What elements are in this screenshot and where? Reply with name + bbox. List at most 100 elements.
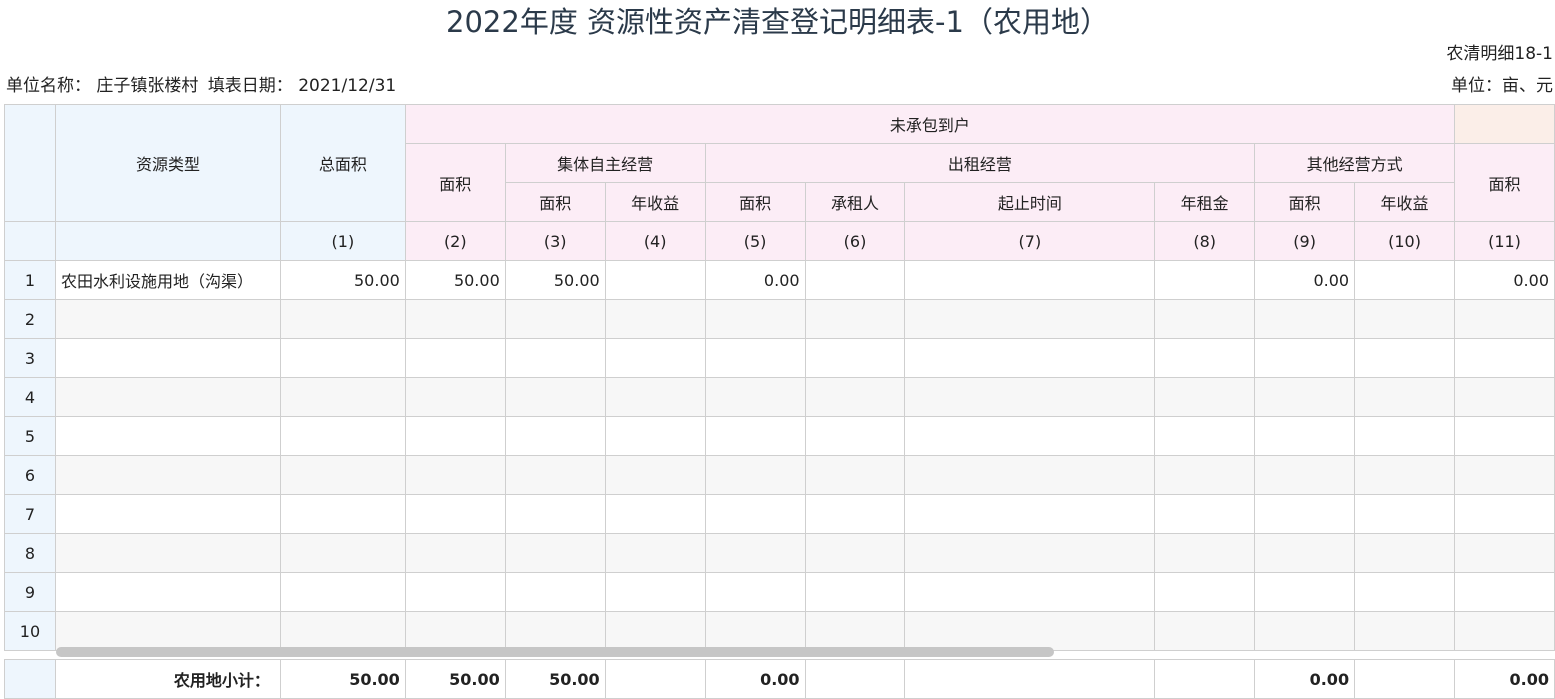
cell-c8[interactable] — [1154, 416, 1256, 456]
cell-c4[interactable] — [604, 455, 706, 495]
cell-c10[interactable] — [1354, 455, 1456, 495]
cell-c3[interactable] — [504, 611, 606, 651]
cell-c3[interactable] — [504, 416, 606, 456]
cell-c5[interactable] — [704, 611, 806, 651]
cell-c8[interactable] — [1154, 611, 1256, 651]
cell-c8[interactable] — [1154, 377, 1256, 417]
cell-c2[interactable]: 50.00 — [404, 260, 506, 300]
resource-type-cell[interactable]: 农田水利设施用地（沟渠） — [54, 260, 281, 300]
cell-c4[interactable] — [604, 377, 706, 417]
resource-type-cell[interactable] — [54, 377, 281, 417]
cell-c6[interactable] — [804, 338, 906, 378]
cell-c5[interactable] — [704, 533, 806, 573]
cell-c11[interactable] — [1454, 533, 1555, 573]
cell-c8[interactable] — [1154, 260, 1256, 300]
cell-c4[interactable] — [604, 494, 706, 534]
cell-c5[interactable] — [704, 455, 806, 495]
cell-c11[interactable] — [1454, 377, 1555, 417]
cell-c2[interactable] — [404, 572, 506, 612]
cell-c8[interactable] — [1154, 338, 1256, 378]
cell-c8[interactable] — [1154, 572, 1256, 612]
cell-c10[interactable] — [1354, 260, 1456, 300]
cell-c2[interactable] — [404, 338, 506, 378]
cell-c1[interactable] — [279, 572, 406, 612]
cell-c6[interactable] — [804, 299, 906, 339]
cell-c6[interactable] — [804, 416, 906, 456]
cell-c8[interactable] — [1154, 494, 1256, 534]
cell-c10[interactable] — [1354, 494, 1456, 534]
cell-c6[interactable] — [804, 260, 906, 300]
cell-c2[interactable] — [404, 533, 506, 573]
cell-c2[interactable] — [404, 299, 506, 339]
cell-c3[interactable] — [504, 533, 606, 573]
cell-c1[interactable] — [279, 494, 406, 534]
cell-c9[interactable] — [1254, 611, 1356, 651]
cell-c7[interactable] — [904, 338, 1156, 378]
cell-c3[interactable] — [504, 572, 606, 612]
cell-c10[interactable] — [1354, 338, 1456, 378]
cell-c3[interactable]: 50.00 — [504, 260, 606, 300]
cell-c7[interactable] — [904, 377, 1156, 417]
cell-c7[interactable] — [904, 494, 1156, 534]
cell-c10[interactable] — [1354, 299, 1456, 339]
cell-c7[interactable] — [904, 416, 1156, 456]
resource-type-cell[interactable] — [54, 572, 281, 612]
cell-c10[interactable] — [1354, 572, 1456, 612]
cell-c7[interactable] — [904, 611, 1156, 651]
cell-c2[interactable] — [404, 611, 506, 651]
cell-c5[interactable] — [704, 299, 806, 339]
cell-c9[interactable] — [1254, 455, 1356, 495]
cell-c6[interactable] — [804, 572, 906, 612]
cell-c1[interactable] — [279, 455, 406, 495]
cell-c2[interactable] — [404, 494, 506, 534]
resource-type-cell[interactable] — [54, 533, 281, 573]
cell-c7[interactable] — [904, 533, 1156, 573]
cell-c9[interactable] — [1254, 494, 1356, 534]
cell-c6[interactable] — [804, 533, 906, 573]
cell-c4[interactable] — [604, 416, 706, 456]
cell-c3[interactable] — [504, 377, 606, 417]
cell-c3[interactable] — [504, 494, 606, 534]
cell-c11[interactable] — [1454, 611, 1555, 651]
cell-c9[interactable]: 0.00 — [1254, 260, 1356, 300]
cell-c9[interactable] — [1254, 338, 1356, 378]
cell-c6[interactable] — [804, 455, 906, 495]
cell-c7[interactable] — [904, 455, 1156, 495]
cell-c10[interactable] — [1354, 416, 1456, 456]
cell-c4[interactable] — [604, 611, 706, 651]
cell-c6[interactable] — [804, 494, 906, 534]
cell-c10[interactable] — [1354, 377, 1456, 417]
resource-type-cell[interactable] — [54, 338, 281, 378]
cell-c5[interactable] — [704, 338, 806, 378]
cell-c3[interactable] — [504, 299, 606, 339]
cell-c3[interactable] — [504, 338, 606, 378]
cell-c8[interactable] — [1154, 299, 1256, 339]
cell-c3[interactable] — [504, 455, 606, 495]
cell-c5[interactable] — [704, 416, 806, 456]
cell-c11[interactable]: 0.00 — [1454, 260, 1555, 300]
cell-c5[interactable] — [704, 572, 806, 612]
cell-c6[interactable] — [804, 611, 906, 651]
cell-c7[interactable] — [904, 260, 1156, 300]
cell-c11[interactable] — [1454, 299, 1555, 339]
cell-c5[interactable]: 0.00 — [704, 260, 806, 300]
cell-c7[interactable] — [904, 299, 1156, 339]
cell-c11[interactable] — [1454, 494, 1555, 534]
cell-c2[interactable] — [404, 455, 506, 495]
cell-c4[interactable] — [604, 299, 706, 339]
cell-c1[interactable] — [279, 416, 406, 456]
cell-c11[interactable] — [1454, 338, 1555, 378]
cell-c4[interactable] — [604, 572, 706, 612]
cell-c9[interactable] — [1254, 377, 1356, 417]
cell-c5[interactable] — [704, 377, 806, 417]
cell-c5[interactable] — [704, 494, 806, 534]
cell-c1[interactable] — [279, 611, 406, 651]
cell-c1[interactable] — [279, 377, 406, 417]
cell-c9[interactable] — [1254, 533, 1356, 573]
resource-type-cell[interactable] — [54, 299, 281, 339]
cell-c11[interactable] — [1454, 416, 1555, 456]
cell-c1[interactable] — [279, 299, 406, 339]
cell-c2[interactable] — [404, 416, 506, 456]
resource-type-cell[interactable] — [54, 611, 281, 651]
resource-type-cell[interactable] — [54, 416, 281, 456]
